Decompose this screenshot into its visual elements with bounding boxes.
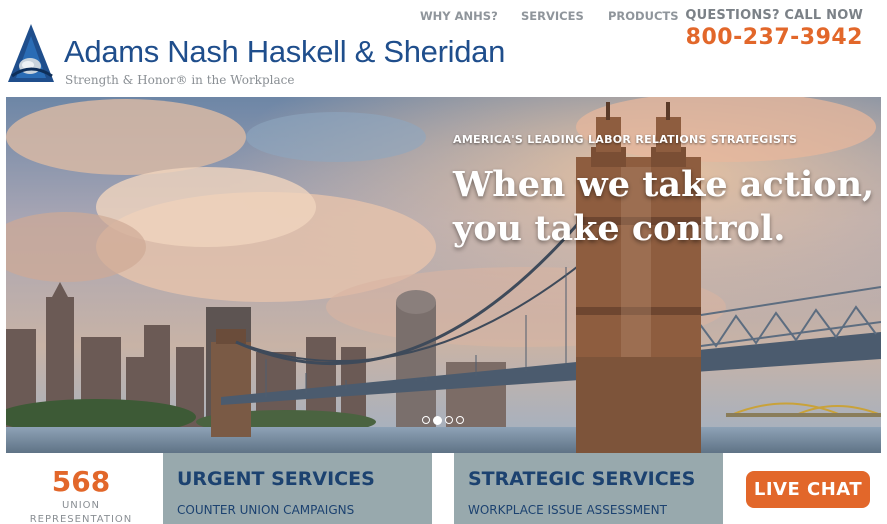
hero-headline: When we take action, you take control. [453,163,874,251]
stat-label-line2: REPRESENTATION [29,514,133,524]
union-stat: 568 UNION REPRESENTATION [6,453,163,524]
slide-dot-2[interactable] [433,415,442,425]
hero-banner[interactable]: AMERICA'S LEADING LABOR RELATIONS STRATE… [6,97,881,453]
strategic-services-title[interactable]: STRATEGIC SERVICES [468,468,695,490]
stat-label-line1: UNION [61,500,101,511]
tagline: Strength & Honor® in the Workplace [65,73,295,87]
stat-number: 568 [51,465,111,498]
company-logo-icon[interactable] [6,22,56,84]
slide-dot-4[interactable] [456,416,464,424]
strategic-services-panel[interactable]: STRATEGIC SERVICES WORKPLACE ISSUE ASSES… [454,453,723,524]
call-now-label: QUESTIONS? CALL NOW [685,8,863,23]
workplace-issue-assessment-link[interactable]: WORKPLACE ISSUE ASSESSMENT [468,503,667,517]
urgent-services-panel[interactable]: URGENT SERVICES COUNTER UNION CAMPAIGNS [163,453,432,524]
hero-headline-line2: you take control. [453,208,786,249]
brand-name[interactable]: Adams Nash Haskell & Sheridan [64,36,505,67]
slider-dots [422,415,464,425]
phone-number-link[interactable]: 800-237-3942 [686,25,863,50]
slide-dot-1[interactable] [422,416,430,424]
nav-products[interactable]: PRODUCTS [608,9,679,23]
hero-headline-line1: When we take action, [453,164,875,205]
hero-bridge-image [6,97,881,453]
live-chat-button[interactable]: LIVE CHAT [746,471,870,508]
counter-union-campaigns-link[interactable]: COUNTER UNION CAMPAIGNS [177,503,354,517]
slide-dot-3[interactable] [445,416,453,424]
nav-services[interactable]: SERVICES [521,9,584,23]
hero-kicker: AMERICA'S LEADING LABOR RELATIONS STRATE… [453,133,798,146]
nav-why-anhs[interactable]: WHY ANHS? [420,9,498,23]
urgent-services-title[interactable]: URGENT SERVICES [177,468,375,490]
